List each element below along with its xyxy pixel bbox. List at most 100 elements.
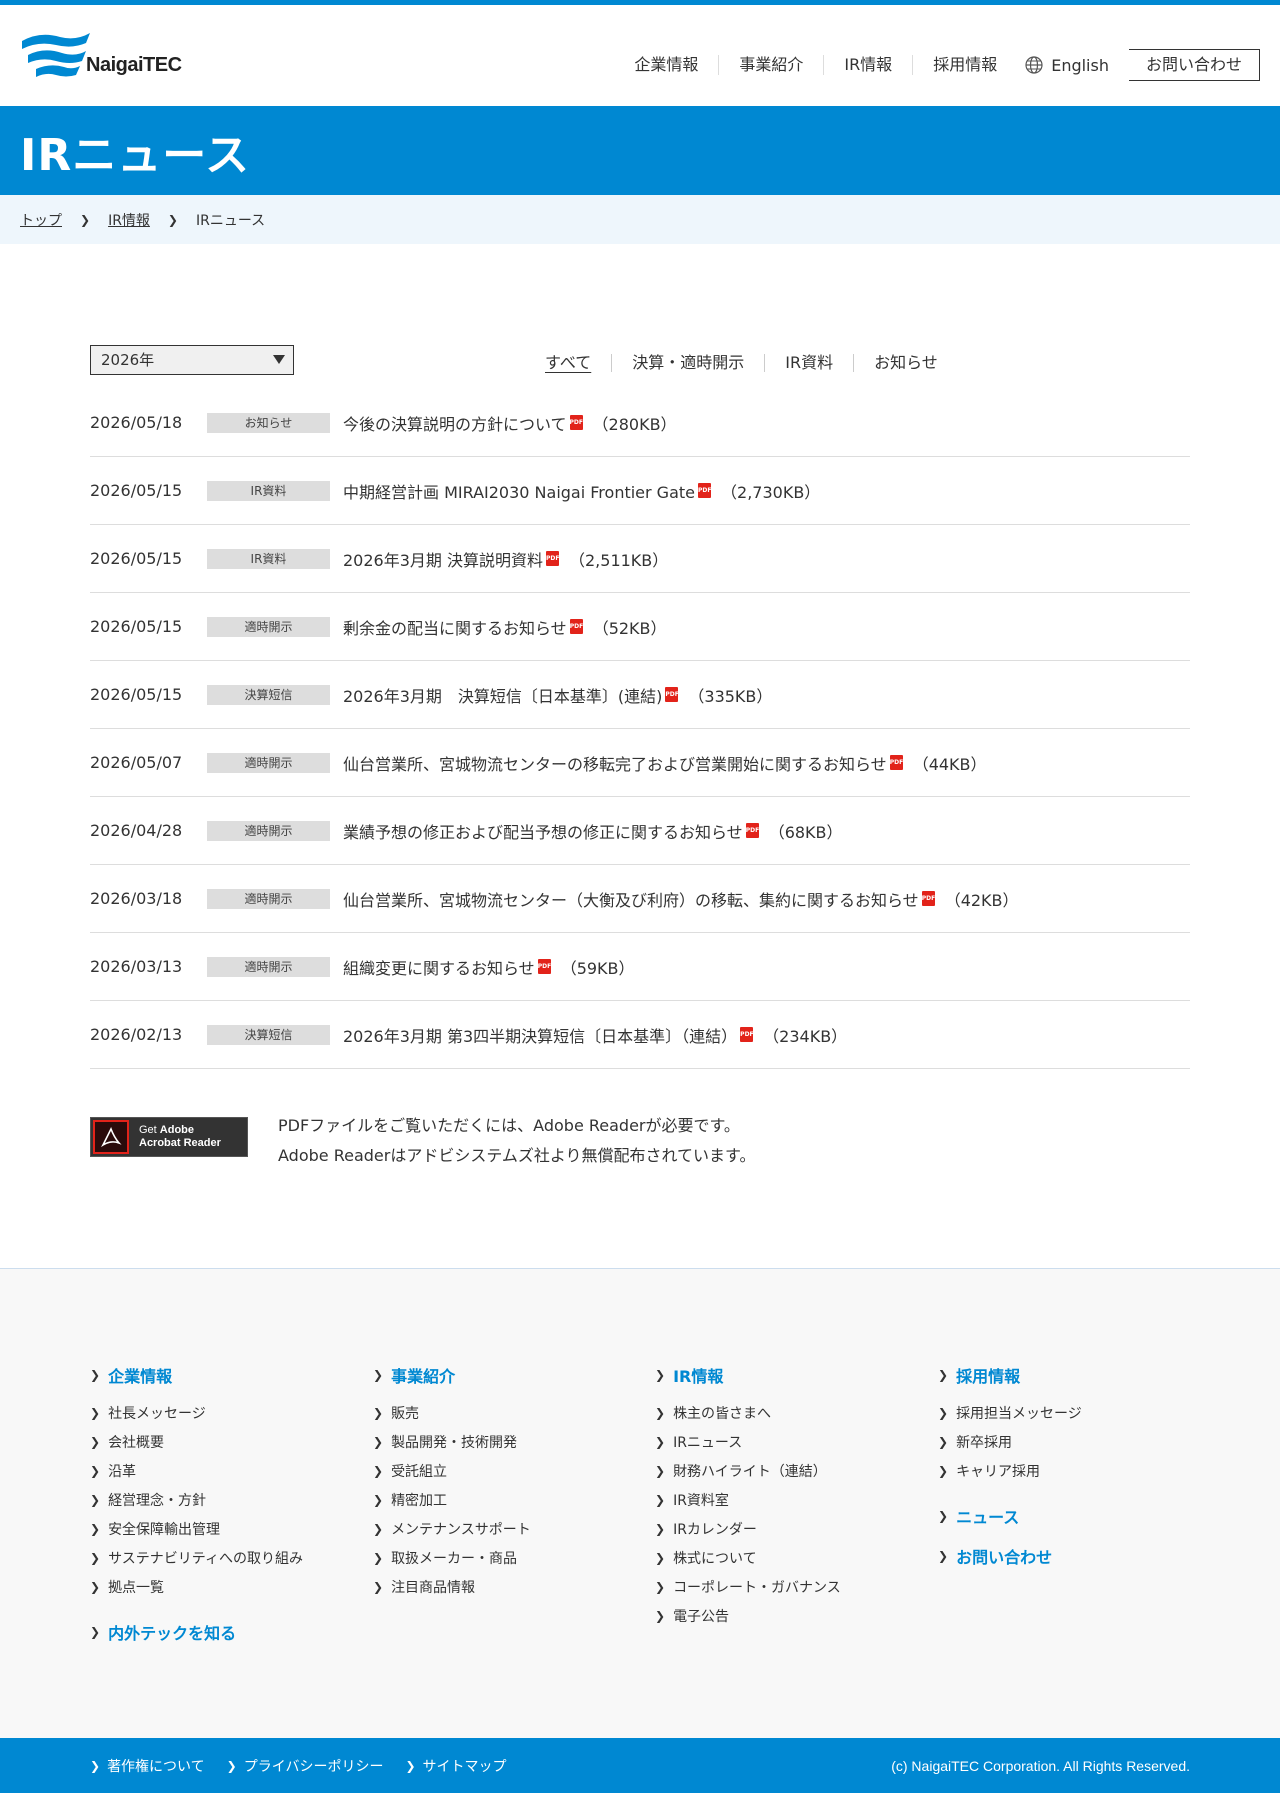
chevron-right-icon: ❯ [373,1550,384,1565]
contact-button[interactable]: お問い合わせ [1128,49,1260,81]
footer-extra-heading[interactable]: ❯ お問い合わせ [938,1547,1082,1567]
main-content: 2026年 すべて 決算・適時開示 IR資料 お知らせ 2026/05/18 お知… [0,244,1280,1169]
news-title: 剰余金の配当に関するお知らせ [343,618,567,638]
news-title-link[interactable]: 2026年3月期 決算説明資料 PDF （2,511KB） [343,547,668,571]
footer-link[interactable]: ❯ 新卒採用 [938,1427,1082,1456]
breadcrumb-home[interactable]: トップ [20,210,62,230]
footer-extra-label: 内外テックを知る [108,1624,237,1643]
footer-link[interactable]: ❯ サステナビリティへの取り組み [90,1543,303,1572]
news-date: 2026/05/15 [90,481,183,500]
footer-link[interactable]: ❯ 社長メッセージ [90,1398,303,1427]
site-logo[interactable]: NaigaiTEC [20,29,182,79]
footer-extra-heading[interactable]: ❯ 内外テックを知る [90,1623,303,1643]
footer-column-heading[interactable]: ❯ IR情報 [655,1366,841,1386]
footer-column: ❯ IR情報 ❯ 株主の皆さまへ ❯ IRニュース ❯ 財務ハイライト（連結） ❯ IR資料室 ❯ I… [655,1366,841,1630]
news-file-size: （52KB） [592,618,667,638]
footer-column-heading[interactable]: ❯ 採用情報 [938,1366,1082,1386]
news-title-link[interactable]: 組織変更に関するお知らせ PDF （59KB） [343,955,635,979]
footer-link[interactable]: ❯ 会社概要 [90,1427,303,1456]
nav-ir[interactable]: IR情報 [823,55,912,75]
tab-all[interactable]: すべて [525,354,611,372]
news-title: 今後の決算説明の方針について [343,414,567,434]
news-title-link[interactable]: 業績予想の修正および配当予想の修正に関するお知らせ PDF （68KB） [343,819,843,843]
news-title-link[interactable]: 仙台営業所、宮城物流センター（大衡及び利府）の移転、集約に関するお知らせ PDF （… [343,887,1019,911]
tab-notices[interactable]: お知らせ [853,354,958,372]
footer-bottom-link[interactable]: ❯ サイトマップ [405,1756,506,1776]
tab-disclosure[interactable]: 決算・適時開示 [611,354,764,372]
page-title: IRニュース [20,129,251,181]
pdf-icon: PDF [537,959,551,974]
footer-link[interactable]: ❯ IR資料室 [655,1485,841,1514]
footer-link[interactable]: ❯ コーポレート・ガバナンス [655,1572,841,1601]
footer-link[interactable]: ❯ 株主の皆さまへ [655,1398,841,1427]
footer-link[interactable]: ❯ IRカレンダー [655,1514,841,1543]
footer-link-label: IR資料室 [673,1492,729,1509]
footer-link[interactable]: ❯ 採用担当メッセージ [938,1398,1082,1427]
footer-link[interactable]: ❯ 株式について [655,1543,841,1572]
chevron-right-icon: ❯ [226,1758,237,1773]
footer-link[interactable]: ❯ 精密加工 [373,1485,531,1514]
get-adobe-reader-button[interactable]: Get Adobe Acrobat Reader [90,1117,248,1157]
footer-link[interactable]: ❯ キャリア採用 [938,1456,1082,1485]
news-title-link[interactable]: 剰余金の配当に関するお知らせ PDF （52KB） [343,615,667,639]
footer-heading-label: 事業紹介 [391,1367,456,1386]
footer-link-label: 株式について [673,1550,757,1567]
news-title-link[interactable]: 仙台営業所、宮城物流センターの移転完了および営業開始に関するお知らせ PDF （44… [343,751,987,775]
footer-link[interactable]: ❯ 注目商品情報 [373,1572,531,1601]
news-file-size: （234KB） [763,1026,848,1046]
footer-link[interactable]: ❯ 拠点一覧 [90,1572,303,1601]
footer-link[interactable]: ❯ 販売 [373,1398,531,1427]
news-title-link[interactable]: 2026年3月期 決算短信〔日本基準〕(連結) PDF （335KB） [343,683,772,707]
footer-bottom-link[interactable]: ❯ プライバシーポリシー [227,1756,384,1776]
footer-link[interactable]: ❯ 取扱メーカー・商品 [373,1543,531,1572]
global-nav: 企業情報 事業紹介 IR情報 採用情報 English お問い合わせ [614,49,1260,81]
footer-link[interactable]: ❯ 沿革 [90,1456,303,1485]
news-date: 2026/02/13 [90,1025,183,1044]
nav-company[interactable]: 企業情報 [614,55,718,75]
footer-link-label: 会社概要 [108,1434,165,1451]
footer-link[interactable]: ❯ メンテナンスサポート [373,1514,531,1543]
footer-bottom-link[interactable]: ❯ 著作権について [90,1756,205,1776]
footer-link-label: 沿革 [108,1463,137,1480]
footer-link[interactable]: ❯ 経営理念・方針 [90,1485,303,1514]
news-title-link[interactable]: 中期経営計画 MIRAI2030 Naigai Frontier Gate PDF… [343,479,820,503]
nav-recruit[interactable]: 採用情報 [912,55,1017,75]
chevron-right-icon: ❯ [90,1625,101,1639]
footer-link-label: 新卒採用 [956,1434,1013,1451]
nav-business[interactable]: 事業紹介 [718,55,823,75]
news-title-link[interactable]: 今後の決算説明の方針について PDF （280KB） [343,411,677,435]
footer-link-label: 社長メッセージ [108,1405,206,1422]
pdf-icon: PDF [889,755,903,770]
footer-column-heading[interactable]: ❯ 企業情報 [90,1366,303,1386]
news-row: 2026/05/07 適時開示 仙台営業所、宮城物流センターの移転完了および営業開始… [90,729,1190,797]
adobe-line-2: Adobe Readerはアドビシステムズ社より無償配布されています。 [278,1146,756,1165]
chevron-right-icon: ❯ [655,1463,666,1478]
footer-link-label: キャリア採用 [956,1463,1041,1480]
adobe-reader-notice: Get Adobe Acrobat Reader PDFファイルをご覧いただくに… [90,1116,756,1171]
badge-get: Get [139,1124,157,1136]
footer-column-heading[interactable]: ❯ 事業紹介 [373,1366,531,1386]
news-title: 業績予想の修正および配当予想の修正に関するお知らせ [343,822,743,842]
pdf-icon: PDF [921,891,935,906]
footer-link[interactable]: ❯ 受託組立 [373,1456,531,1485]
tab-ir-materials[interactable]: IR資料 [764,354,853,372]
logo-wave-icon [22,33,90,77]
pdf-icon: PDF [569,415,583,430]
footer-column: ❯ 企業情報 ❯ 社長メッセージ ❯ 会社概要 ❯ 沿革 ❯ 経営理念・方針 ❯ 安全保障輸出管理 ❯ サ… [90,1366,303,1655]
breadcrumb-ir[interactable]: IR情報 [108,210,150,230]
footer-extra-heading[interactable]: ❯ ニュース [938,1507,1082,1527]
year-select[interactable]: 2026年 [90,345,294,375]
footer-link[interactable]: ❯ IRニュース [655,1427,841,1456]
footer-link-label: 受託組立 [391,1463,448,1480]
chevron-right-icon: ❯ [938,1509,949,1523]
footer-link[interactable]: ❯ 電子公告 [655,1601,841,1630]
language-label: English [1051,55,1109,75]
news-file-size: （59KB） [560,958,635,978]
footer-link[interactable]: ❯ 財務ハイライト（連結） [655,1456,841,1485]
language-switch[interactable]: English [1017,56,1129,75]
chevron-right-icon: ❯ [90,1492,101,1507]
footer-link[interactable]: ❯ 製品開発・技術開発 [373,1427,531,1456]
news-title-link[interactable]: 2026年3月期 第3四半期決算短信〔日本基準〕（連結） PDF （234KB） [343,1023,847,1047]
news-title: 2026年3月期 決算説明資料 [343,550,543,570]
footer-link[interactable]: ❯ 安全保障輸出管理 [90,1514,303,1543]
